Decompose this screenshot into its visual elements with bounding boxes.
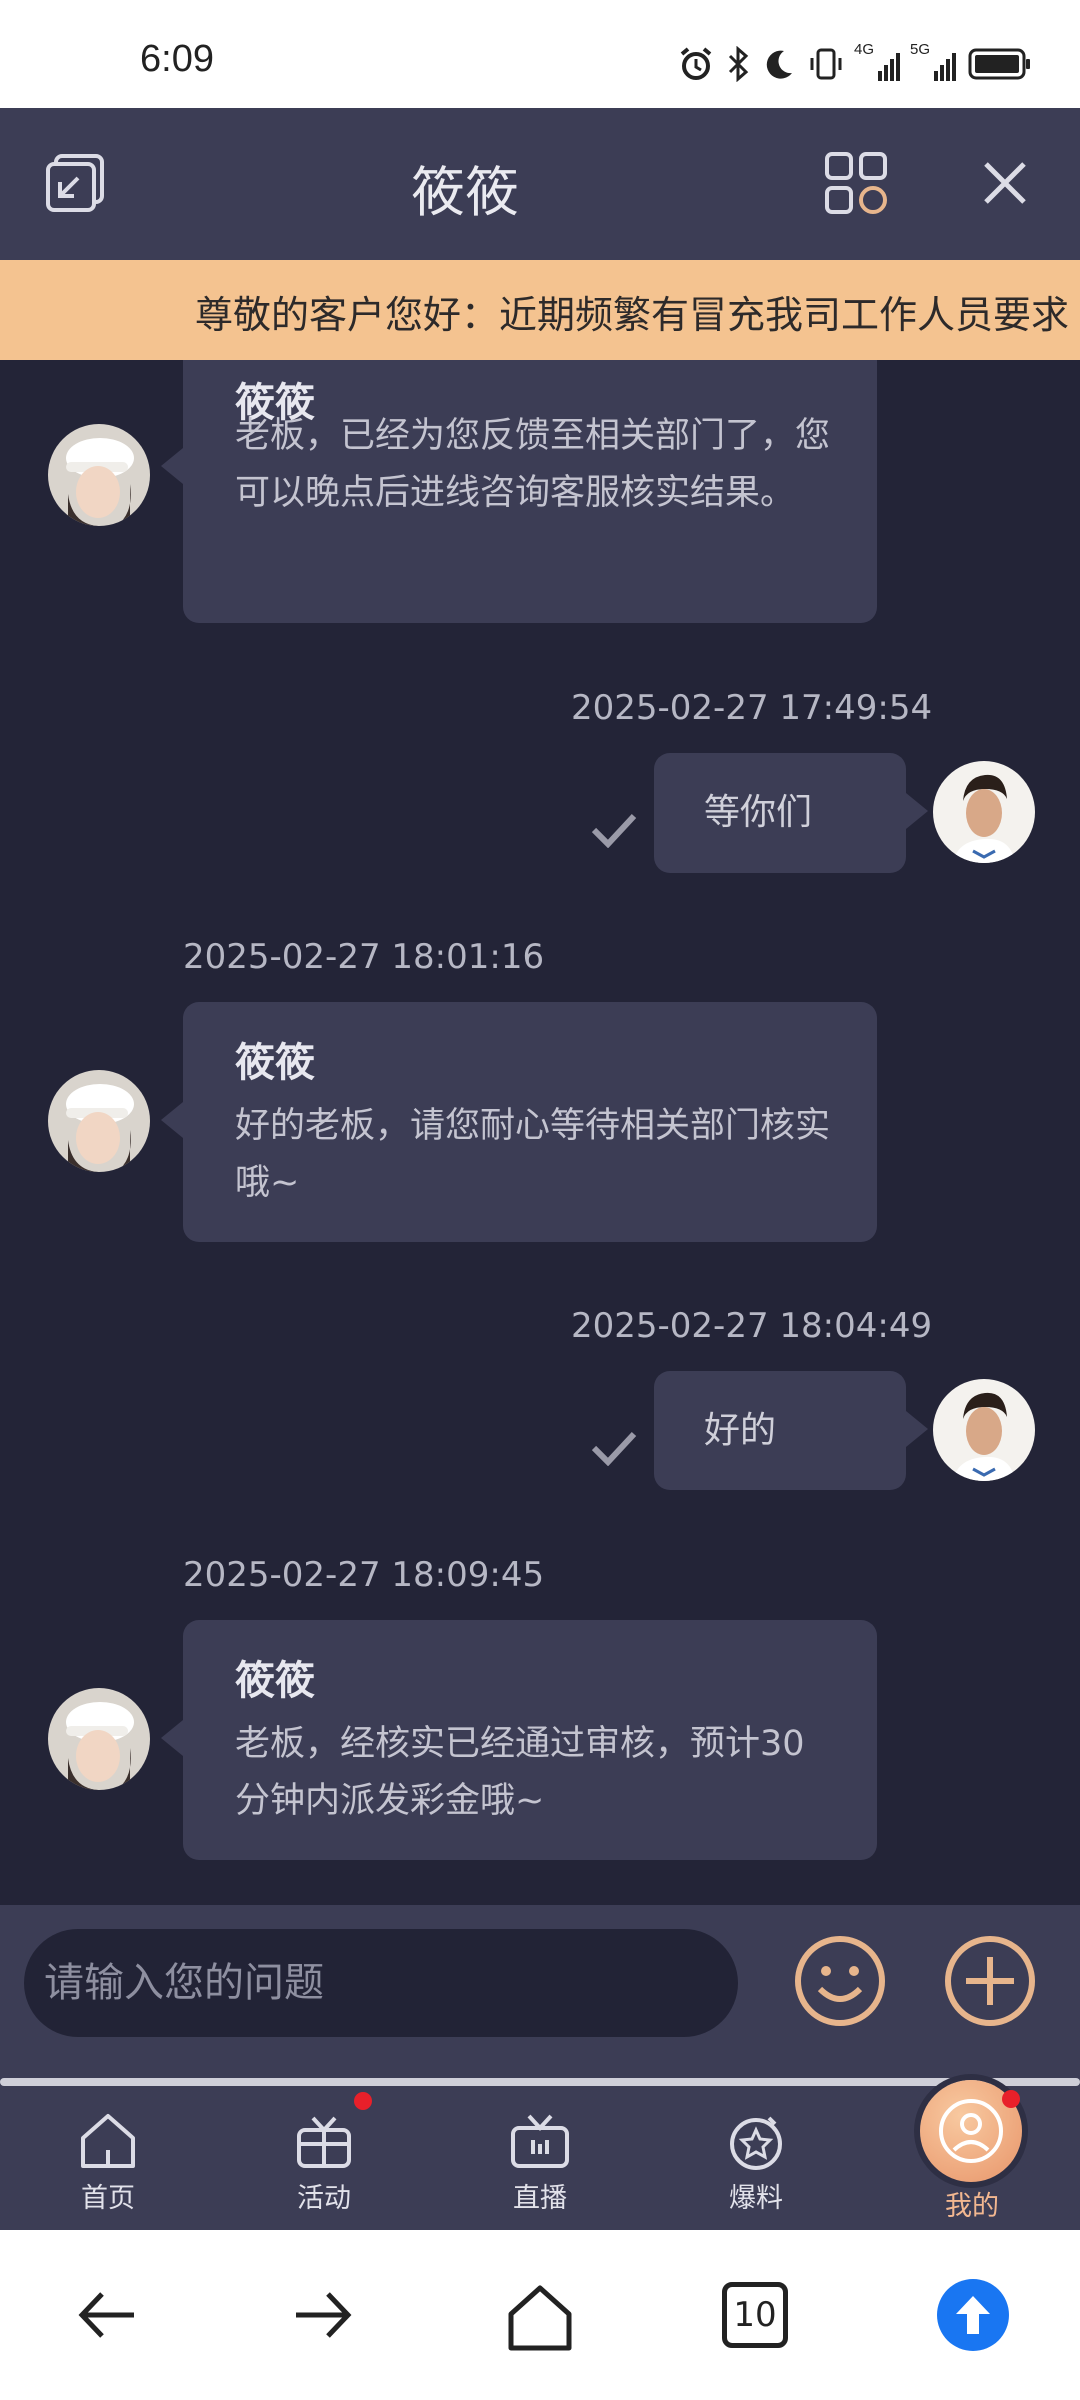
message-timestamp: 2025-02-27 18:01:16 <box>183 937 545 977</box>
emoji-icon[interactable] <box>792 1933 888 2029</box>
chat-header: 筱筱 <box>0 108 1080 260</box>
moon-icon <box>766 50 792 79</box>
home-icon <box>81 2114 135 2168</box>
status-bar: 6:09 4G 5G <box>0 0 1080 108</box>
message-bubble-agent: 筱筱 老板，经核实已经通过审核，预计30分钟内派发彩金哦~ <box>161 1620 877 1860</box>
gift-icon <box>297 2116 351 2168</box>
message-text: 好的老板，请您耐心等待相关部门核实哦~ <box>235 1106 831 1203</box>
back-arrow-icon[interactable] <box>74 2282 140 2348</box>
notice-text: 尊敬的客户您好：近期频繁有冒充我司工作人员要求 <box>195 293 1070 337</box>
agent-avatar <box>48 1070 150 1172</box>
activity-badge-dot <box>354 2092 372 2110</box>
notice-banner: 尊敬的客户您好：近期频繁有冒充我司工作人员要求 <box>0 260 1080 360</box>
message-timestamp: 2025-02-27 18:04:49 <box>571 1306 933 1346</box>
tab-label: 活动 <box>297 2183 351 2214</box>
tab-news[interactable]: 爆料 <box>686 2110 826 2215</box>
alarm-icon <box>680 47 712 80</box>
forward-arrow-icon[interactable] <box>290 2282 356 2348</box>
message-bubble-user: 等你们 <box>654 753 928 873</box>
tabbar-divider <box>0 2078 1080 2086</box>
read-check-icon <box>591 1431 637 1466</box>
tab-live[interactable]: 直播 <box>470 2110 610 2215</box>
signal-5g-icon: 5G <box>910 41 956 81</box>
user-avatar <box>933 761 1035 863</box>
message-text: 好的 <box>704 1410 777 1451</box>
tab-activity[interactable]: 活动 <box>254 2110 394 2215</box>
message-bubble-user: 好的 <box>654 1371 928 1490</box>
agent-avatar <box>48 1688 150 1790</box>
chat-title: 筱筱 <box>411 161 519 224</box>
bluetooth-icon <box>728 46 749 82</box>
read-check-icon <box>591 813 637 848</box>
tab-label: 首页 <box>81 2183 135 2214</box>
input-bar <box>0 1905 1080 2060</box>
message-bubble-agent: 筱筱 好的老板，请您耐心等待相关部门核实哦~ <box>161 1002 877 1242</box>
apps-grid-icon[interactable] <box>825 152 887 214</box>
profile-badge-dot <box>1002 2090 1020 2108</box>
vibrate-icon <box>810 48 842 80</box>
home-icon[interactable] <box>505 2282 575 2352</box>
signal-4g-icon: 4G <box>854 41 900 81</box>
status-time: 6:09 <box>140 38 214 80</box>
sender-name: 筱筱 <box>235 1040 315 1086</box>
browser-nav-bar: 10 <box>0 2230 1080 2400</box>
tab-label: 直播 <box>513 2183 567 2214</box>
message-text: 等你们 <box>704 792 813 833</box>
tabs-icon[interactable]: 10 <box>722 2282 788 2348</box>
tab-label: 我的 <box>945 2191 999 2222</box>
message-timestamp: 2025-02-27 18:09:45 <box>183 1555 545 1595</box>
star-badge-icon <box>730 2116 782 2170</box>
chat-area[interactable]: .b1::before{top:110px} 筱筱 老板，已经为您反馈至相关部门… <box>0 360 1080 1905</box>
plus-icon[interactable] <box>942 1933 1038 2029</box>
upload-icon[interactable] <box>936 2278 1010 2352</box>
user-avatar <box>933 1379 1035 1481</box>
message-bubble-agent: .b1::before{top:110px} 筱筱 老板，已经为您反馈至相关部门… <box>161 360 877 623</box>
battery-icon <box>968 48 1030 80</box>
sender-name: 筱筱 <box>235 1658 315 1704</box>
tab-mine[interactable]: 我的 <box>902 2180 1042 2223</box>
status-icons: 4G 5G <box>678 41 1032 84</box>
close-icon[interactable] <box>980 158 1030 208</box>
bottom-tab-bar: 首页 活动 直播 爆料 我的 <box>0 2060 1080 2230</box>
tv-icon <box>511 2114 569 2168</box>
message-text: 老板，经核实已经通过审核，预计30分钟内派发彩金哦~ <box>235 1724 805 1821</box>
message-input[interactable] <box>24 1929 738 2037</box>
tab-home[interactable]: 首页 <box>38 2110 178 2215</box>
message-timestamp: 2025-02-27 17:49:54 <box>571 688 933 728</box>
agent-avatar <box>48 424 150 526</box>
tab-label: 爆料 <box>729 2183 783 2214</box>
message-text: 老板，已经为您反馈至相关部门了，您可以晚点后进线咨询客服核实结果。 <box>235 416 831 513</box>
